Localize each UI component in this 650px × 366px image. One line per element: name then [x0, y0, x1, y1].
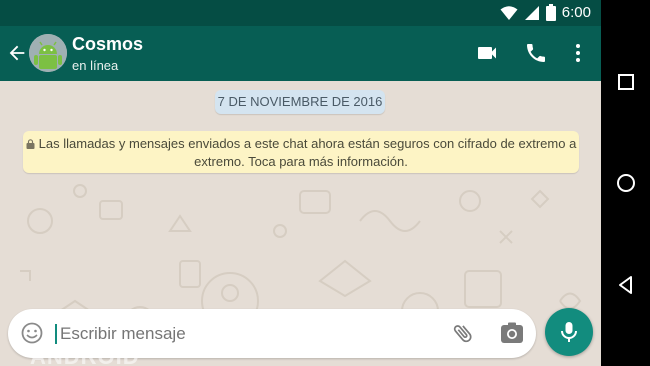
encryption-notice-text: Las llamadas y mensajes enviados a este …	[38, 136, 577, 169]
text-cursor	[55, 324, 57, 344]
android-nav-bar	[601, 0, 650, 366]
message-input[interactable]	[60, 324, 420, 344]
android-robot-icon	[29, 34, 67, 72]
more-options-icon[interactable]	[566, 41, 590, 65]
date-divider: 7 DE NOVIEMBRE DE 2016	[215, 90, 385, 114]
camera-icon[interactable]	[500, 322, 524, 344]
video-call-icon[interactable]	[475, 41, 499, 65]
voice-message-button[interactable]	[545, 308, 593, 356]
back-nav-icon[interactable]	[614, 273, 638, 297]
recent-apps-icon[interactable]	[614, 70, 638, 94]
contact-name[interactable]: Cosmos	[72, 34, 143, 55]
status-bar: 6:00	[0, 0, 601, 26]
wifi-icon	[500, 5, 518, 20]
phone-call-icon[interactable]	[524, 41, 548, 65]
avatar[interactable]	[29, 34, 67, 72]
back-arrow-icon[interactable]	[6, 42, 28, 64]
whatsapp-chat-screen: 6:00 Cosmos en línea 7 DE NOVIEMBRE DE 2…	[0, 0, 601, 366]
contact-status: en línea	[72, 58, 119, 73]
home-icon[interactable]	[614, 171, 638, 195]
cell-signal-icon	[524, 5, 539, 20]
battery-icon	[545, 4, 556, 21]
watermark: ANDROID	[30, 344, 140, 366]
chat-header: Cosmos en línea	[0, 26, 601, 81]
microphone-icon	[561, 322, 577, 342]
clock: 6:00	[561, 4, 591, 21]
emoji-icon[interactable]	[20, 321, 44, 345]
lock-icon	[26, 139, 35, 149]
encryption-notice[interactable]: Las llamadas y mensajes enviados a este …	[23, 131, 579, 173]
attach-icon[interactable]	[451, 321, 475, 345]
